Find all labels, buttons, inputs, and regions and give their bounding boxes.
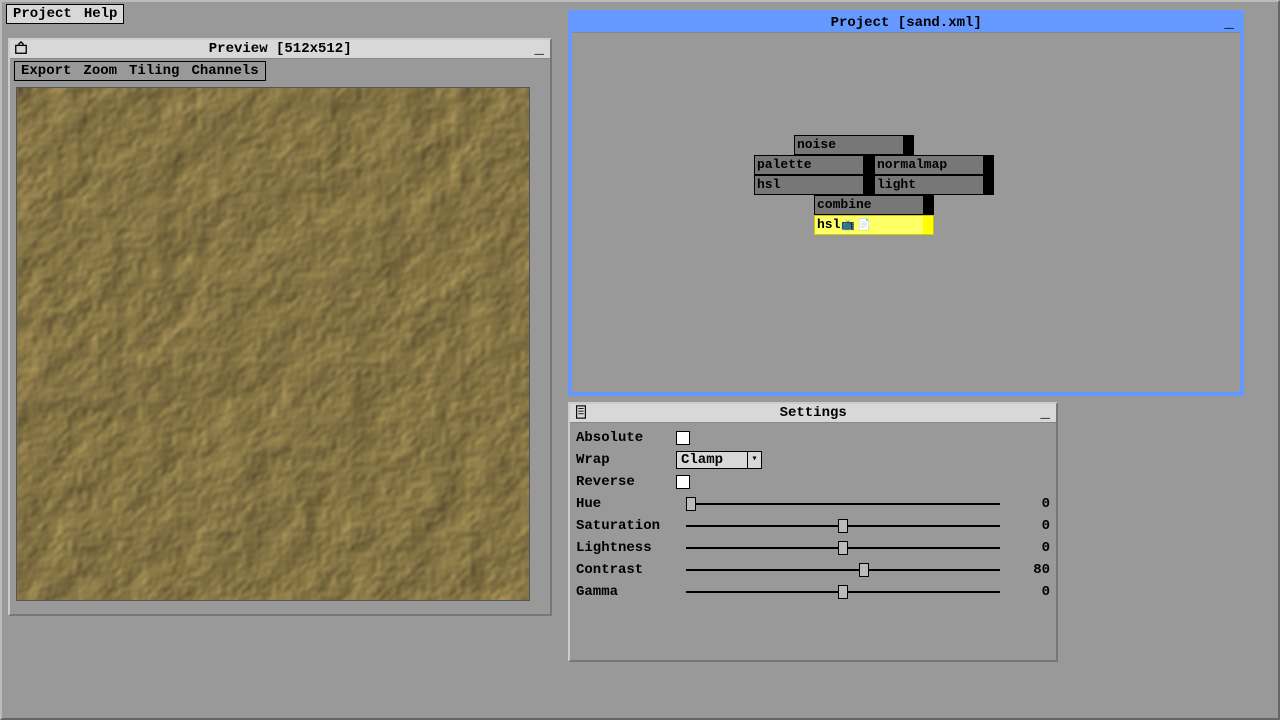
page-icon <box>574 405 588 421</box>
node-noise[interactable]: noise <box>794 135 914 155</box>
project-minimize-button[interactable]: _ <box>1222 18 1236 28</box>
toolbar-tiling[interactable]: Tiling <box>123 62 185 80</box>
tv-icon <box>14 41 28 57</box>
node-hsl2[interactable]: hsl📺📄 <box>814 215 934 235</box>
node-label: noise <box>797 137 836 152</box>
checkbox-absolute[interactable] <box>676 431 690 445</box>
label-saturation: Saturation <box>576 518 676 534</box>
main-menubar: Project Help <box>6 4 124 24</box>
node-swatch <box>863 176 873 194</box>
label-lightness: Lightness <box>576 540 676 556</box>
toolbar-export[interactable]: Export <box>15 62 77 80</box>
node-swatch <box>983 156 993 174</box>
preview-title: Preview [512x512] <box>28 41 532 57</box>
label-contrast: Contrast <box>576 562 676 578</box>
node-label: hsl <box>757 177 780 192</box>
node-normalmap[interactable]: normalmap <box>874 155 994 175</box>
preview-canvas[interactable] <box>16 87 530 601</box>
value-contrast: 80 <box>1010 562 1050 578</box>
tv-icon: 📺 <box>841 220 855 232</box>
preview-minimize-button[interactable]: _ <box>532 44 546 54</box>
node-hsl1[interactable]: hsl <box>754 175 874 195</box>
settings-window: Settings _ Absolute Wrap Clamp ▾ Reverse… <box>568 402 1058 662</box>
slider-hue[interactable] <box>686 496 1000 512</box>
node-label: light <box>877 177 916 192</box>
label-wrap: Wrap <box>576 452 676 468</box>
label-hue: Hue <box>576 496 676 512</box>
label-absolute: Absolute <box>576 430 676 446</box>
node-palette[interactable]: palette <box>754 155 874 175</box>
preview-titlebar[interactable]: Preview [512x512] _ <box>10 40 550 59</box>
slider-saturation[interactable] <box>686 518 1000 534</box>
node-swatch <box>983 176 993 194</box>
settings-title: Settings <box>588 405 1038 421</box>
label-gamma: Gamma <box>576 584 676 600</box>
slider-lightness[interactable] <box>686 540 1000 556</box>
node-light[interactable]: light <box>874 175 994 195</box>
label-reverse: Reverse <box>576 474 676 490</box>
chevron-down-icon: ▾ <box>747 452 761 468</box>
node-graph[interactable]: noisepalettenormalmaphsllightcombinehsl📺… <box>572 33 1240 389</box>
value-gamma: 0 <box>1010 584 1050 600</box>
node-swatch <box>923 196 933 214</box>
project-titlebar[interactable]: Project [sand.xml] _ <box>572 14 1240 33</box>
select-wrap-value: Clamp <box>677 452 747 468</box>
node-swatch <box>903 136 913 154</box>
node-label: palette <box>757 157 812 172</box>
preview-window: Preview [512x512] _ Export Zoom Tiling C… <box>8 38 552 616</box>
checkbox-reverse[interactable] <box>676 475 690 489</box>
project-title: Project [sand.xml] <box>590 15 1222 31</box>
slider-contrast[interactable] <box>686 562 1000 578</box>
page-icon: 📄 <box>857 220 871 232</box>
node-swatch <box>863 156 873 174</box>
preview-toolbar: Export Zoom Tiling Channels <box>14 61 266 81</box>
project-window: Project [sand.xml] _ noise palette normalm… <box>568 10 1244 396</box>
node-label: hsl <box>817 217 840 232</box>
value-lightness: 0 <box>1010 540 1050 556</box>
node-label: combine <box>817 197 872 212</box>
select-wrap[interactable]: Clamp ▾ <box>676 451 762 469</box>
toolbar-zoom[interactable]: Zoom <box>77 62 123 80</box>
menu-help[interactable]: Help <box>78 5 124 23</box>
value-saturation: 0 <box>1010 518 1050 534</box>
node-label: normalmap <box>877 157 947 172</box>
menu-project[interactable]: Project <box>7 5 78 23</box>
node-swatch <box>923 216 933 234</box>
settings-titlebar[interactable]: Settings _ <box>570 404 1056 423</box>
slider-gamma[interactable] <box>686 584 1000 600</box>
node-combine[interactable]: combine <box>814 195 934 215</box>
toolbar-channels[interactable]: Channels <box>185 62 264 80</box>
value-hue: 0 <box>1010 496 1050 512</box>
settings-minimize-button[interactable]: _ <box>1038 408 1052 418</box>
